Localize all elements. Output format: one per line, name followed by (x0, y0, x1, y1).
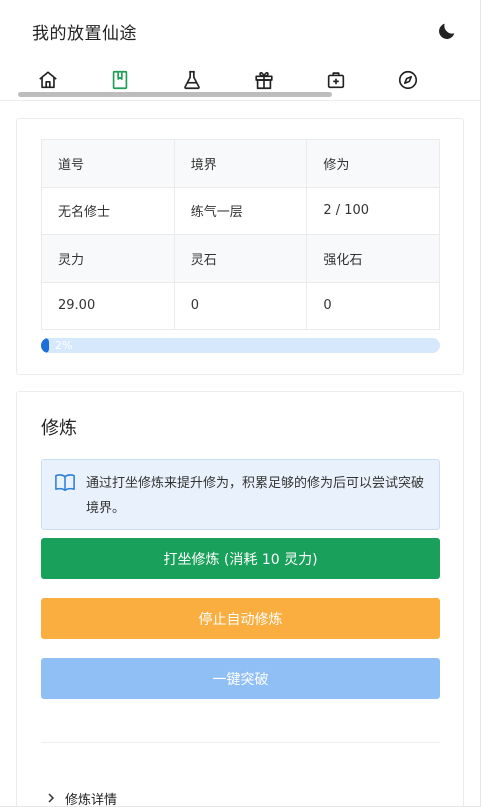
meditate-button[interactable]: 打坐修炼 (消耗 10 灵力) (41, 538, 440, 579)
table-row: 29.00 0 0 (41, 281, 440, 330)
status-card: 道号 境界 修为 无名修士 练气一层 2 / 100 灵力 灵石 强化石 29.… (16, 118, 464, 375)
stat-value-enhance-stone: 0 (306, 281, 440, 330)
stat-label-realm: 境界 (173, 139, 308, 188)
tab-cultivation[interactable] (108, 68, 132, 92)
stat-label-enhance-stone: 强化石 (306, 234, 440, 283)
progress-label: 2% (55, 339, 73, 352)
tab-bag[interactable] (324, 68, 348, 92)
details-toggle[interactable]: 修炼详情 (45, 788, 118, 807)
app-window: 我的放置仙途 道号 境界 修为 无名修士 练气一层 2 / 100 灵力 灵石 … (0, 0, 481, 807)
app-title: 我的放置仙途 (32, 24, 137, 44)
stat-value-cultivation: 2 / 100 (306, 186, 440, 235)
details-label: 修炼详情 (65, 792, 118, 807)
home-icon (39, 71, 57, 89)
chevron-right-icon (48, 793, 55, 803)
tab-gift[interactable] (252, 68, 276, 92)
medkit-icon (327, 72, 345, 89)
stats-table: 道号 境界 修为 无名修士 练气一层 2 / 100 灵力 灵石 强化石 29.… (41, 139, 440, 330)
cultivation-progress-bar: 2% (41, 338, 440, 353)
header: 我的放置仙途 (0, 0, 480, 101)
stop-auto-cultivate-button[interactable]: 停止自动修炼 (41, 598, 440, 639)
stat-label-name: 道号 (41, 139, 175, 188)
divider (41, 742, 440, 743)
info-alert: 通过打坐修炼来提升修为，积累足够的修为后可以尝试突破境界。 (41, 459, 440, 530)
flask-icon (184, 70, 200, 90)
stat-label-spirit: 灵力 (41, 234, 175, 283)
tab-home[interactable] (36, 68, 60, 92)
book-open-icon (55, 474, 75, 491)
stat-value-spirit-stone: 0 (173, 281, 308, 330)
table-row: 道号 境界 修为 (41, 139, 440, 188)
stat-value-name: 无名修士 (41, 186, 175, 235)
tab-alchemy[interactable] (180, 68, 204, 92)
book-icon (112, 70, 128, 90)
stat-value-spirit: 29.00 (41, 281, 175, 330)
stat-value-realm: 练气一层 (173, 186, 308, 235)
tabs-scrollbar[interactable] (18, 92, 332, 97)
moon-icon[interactable] (436, 20, 458, 42)
table-row: 灵力 灵石 强化石 (41, 234, 440, 283)
training-card: 修炼 通过打坐修炼来提升修为，积累足够的修为后可以尝试突破境界。 打坐修炼 (消… (16, 391, 464, 807)
breakthrough-button[interactable]: 一键突破 (41, 658, 440, 699)
info-text: 通过打坐修炼来提升修为，积累足够的修为后可以尝试突破境界。 (86, 476, 425, 516)
table-row: 无名修士 练气一层 2 / 100 (41, 186, 440, 235)
stat-label-cultivation: 修为 (306, 139, 440, 188)
tab-explore[interactable] (396, 68, 420, 92)
compass-icon (398, 70, 418, 90)
stat-label-spirit-stone: 灵石 (173, 234, 308, 283)
gift-icon (255, 71, 273, 90)
progress-fill (41, 338, 49, 353)
section-title: 修炼 (41, 418, 77, 439)
